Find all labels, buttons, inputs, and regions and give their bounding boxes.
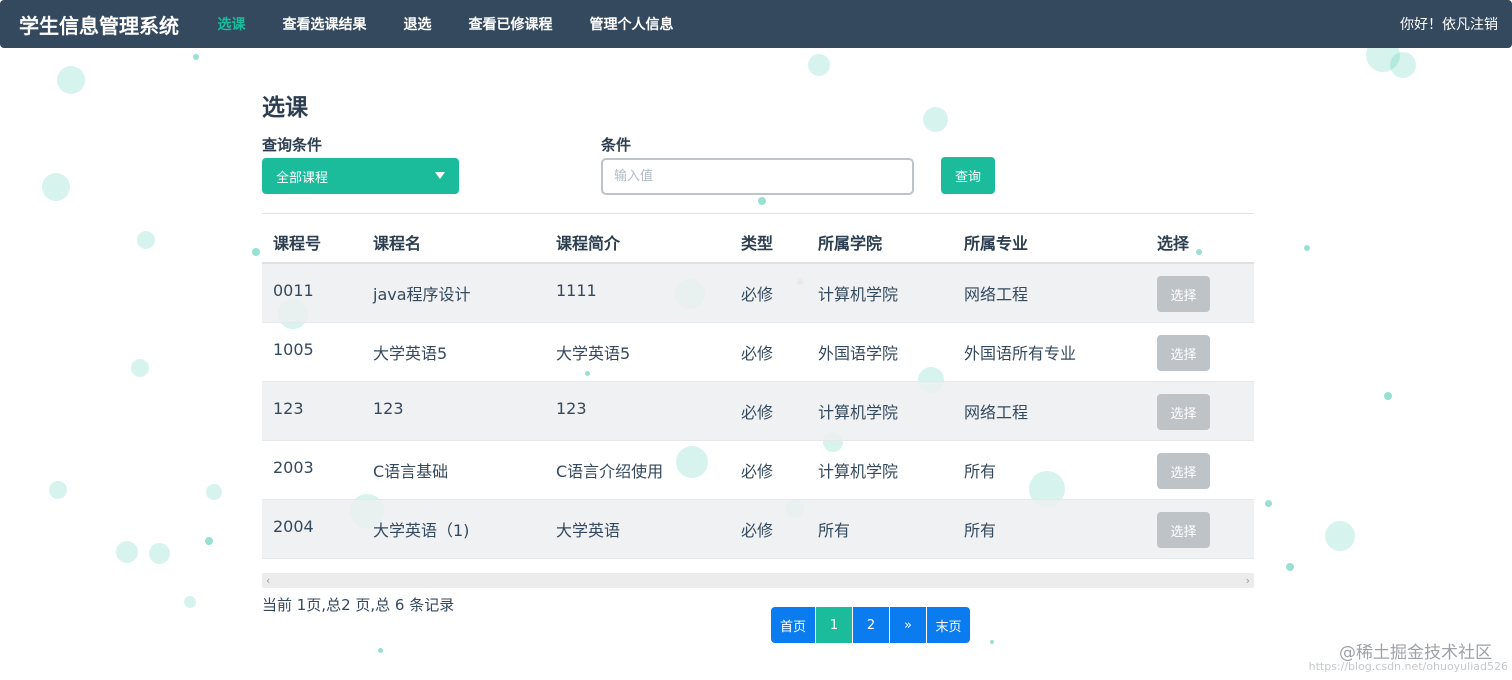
horizontal-scrollbar[interactable]: ‹ › [262,573,1254,588]
cell-college: 计算机学院 [818,285,899,304]
table-row: 2003 C语言基础 C语言介绍使用 必修 计算机学院 所有 选择 [262,441,1254,500]
nav-item-select-course[interactable]: 选课 [199,14,264,34]
watermark-url: https://blog.csdn.net/ohuoyuliad526 [1308,660,1508,673]
choose-course-button[interactable]: 选择 [1157,394,1210,430]
cell-college: 计算机学院 [818,462,899,481]
cell-course-id: 1005 [273,340,314,359]
cell-course-name: C语言基础 [373,462,449,481]
cell-course-name: 大学英语（1) [373,521,470,540]
choose-course-button[interactable]: 选择 [1157,453,1210,489]
cell-course-intro: 1111 [556,281,597,300]
header-course-name: 课程名 [373,234,422,253]
cell-course-intro: 大学英语 [556,521,621,540]
header-college: 所属学院 [818,234,883,253]
course-filter-selected-value: 全部课程 [276,170,329,186]
choose-course-button[interactable]: 选择 [1157,335,1210,371]
user-greeting: 你好！依凡 [1400,17,1470,33]
cell-course-intro: C语言介绍使用 [556,462,664,481]
cell-course-type: 必修 [741,521,774,540]
cell-course-id: 0011 [273,281,314,300]
header-major: 所属专业 [964,234,1029,253]
pagination: 首页 1 2 » 末页 [771,607,970,643]
cell-college: 所有 [818,521,851,540]
header-course-intro: 课程简介 [556,234,621,253]
cell-major: 所有 [964,462,997,481]
table-row: 1005 大学英语5 大学英语5 必修 外国语学院 外国语所有专业 选择 [262,323,1254,382]
cell-course-name: java程序设计 [373,285,471,304]
cell-major: 外国语所有专业 [964,344,1077,363]
top-navbar: 学生信息管理系统 选课 查看选课结果 退选 查看已修课程 管理个人信息 你好！依… [0,0,1512,48]
cell-course-name: 123 [373,399,404,418]
cell-course-type: 必修 [741,344,774,363]
page-first-button[interactable]: 首页 [771,607,816,643]
logout-link[interactable]: 注销 [1470,14,1498,34]
table-row: 123 123 123 必修 计算机学院 网络工程 选择 [262,382,1254,441]
nav-item-view-selection-results[interactable]: 查看选课结果 [264,14,385,34]
scroll-right-icon[interactable]: › [1246,573,1250,588]
page-last-button[interactable]: 末页 [927,607,970,643]
cell-major: 网络工程 [964,285,1029,304]
page-title: 选课 [262,95,308,121]
nav-item-withdraw-course[interactable]: 退选 [385,14,450,34]
page-2-button[interactable]: 2 [853,607,890,643]
pagination-summary: 当前 1页,总2 页,总 6 条记录 [262,596,455,614]
cell-college: 外国语学院 [818,344,899,363]
condition-label: 条件 [601,136,632,154]
table-row: 0011 java程序设计 1111 必修 计算机学院 网络工程 选择 [262,264,1254,323]
course-table: 课程号 课程名 课程简介 类型 所属学院 所属专业 选择 0011 java程序… [262,213,1254,559]
cell-major: 网络工程 [964,403,1029,422]
cell-course-name: 大学英语5 [373,344,448,363]
choose-course-button[interactable]: 选择 [1157,512,1210,548]
cell-course-intro: 123 [556,399,587,418]
header-course-type: 类型 [741,234,774,253]
nav-item-completed-courses[interactable]: 查看已修课程 [450,14,571,34]
cell-course-id: 2003 [273,458,314,477]
table-row: 2004 大学英语（1) 大学英语 必修 所有 所有 选择 [262,500,1254,559]
app-brand[interactable]: 学生信息管理系统 [19,10,179,39]
nav-item-manage-profile[interactable]: 管理个人信息 [571,14,692,34]
cell-course-type: 必修 [741,462,774,481]
header-select: 选择 [1157,234,1190,253]
choose-course-button[interactable]: 选择 [1157,276,1210,312]
query-button[interactable]: 查询 [941,157,995,194]
cell-course-id: 123 [273,399,304,418]
query-condition-label: 查询条件 [262,136,323,154]
course-filter-select[interactable]: 全部课程 [262,158,459,194]
caret-down-icon [435,172,445,179]
scroll-left-icon[interactable]: ‹ [266,573,270,588]
cell-major: 所有 [964,521,997,540]
cell-course-id: 2004 [273,517,314,536]
cell-course-type: 必修 [741,285,774,304]
user-area: 你好！依凡 注销 [1400,0,1498,48]
page-next-button[interactable]: » [890,607,927,643]
page-1-button[interactable]: 1 [816,607,853,643]
condition-input[interactable] [601,158,914,195]
cell-course-type: 必修 [741,403,774,422]
cell-course-intro: 大学英语5 [556,344,631,363]
table-header: 课程号 课程名 课程简介 类型 所属学院 所属专业 选择 [262,213,1254,264]
header-course-id: 课程号 [273,234,322,253]
cell-college: 计算机学院 [818,403,899,422]
